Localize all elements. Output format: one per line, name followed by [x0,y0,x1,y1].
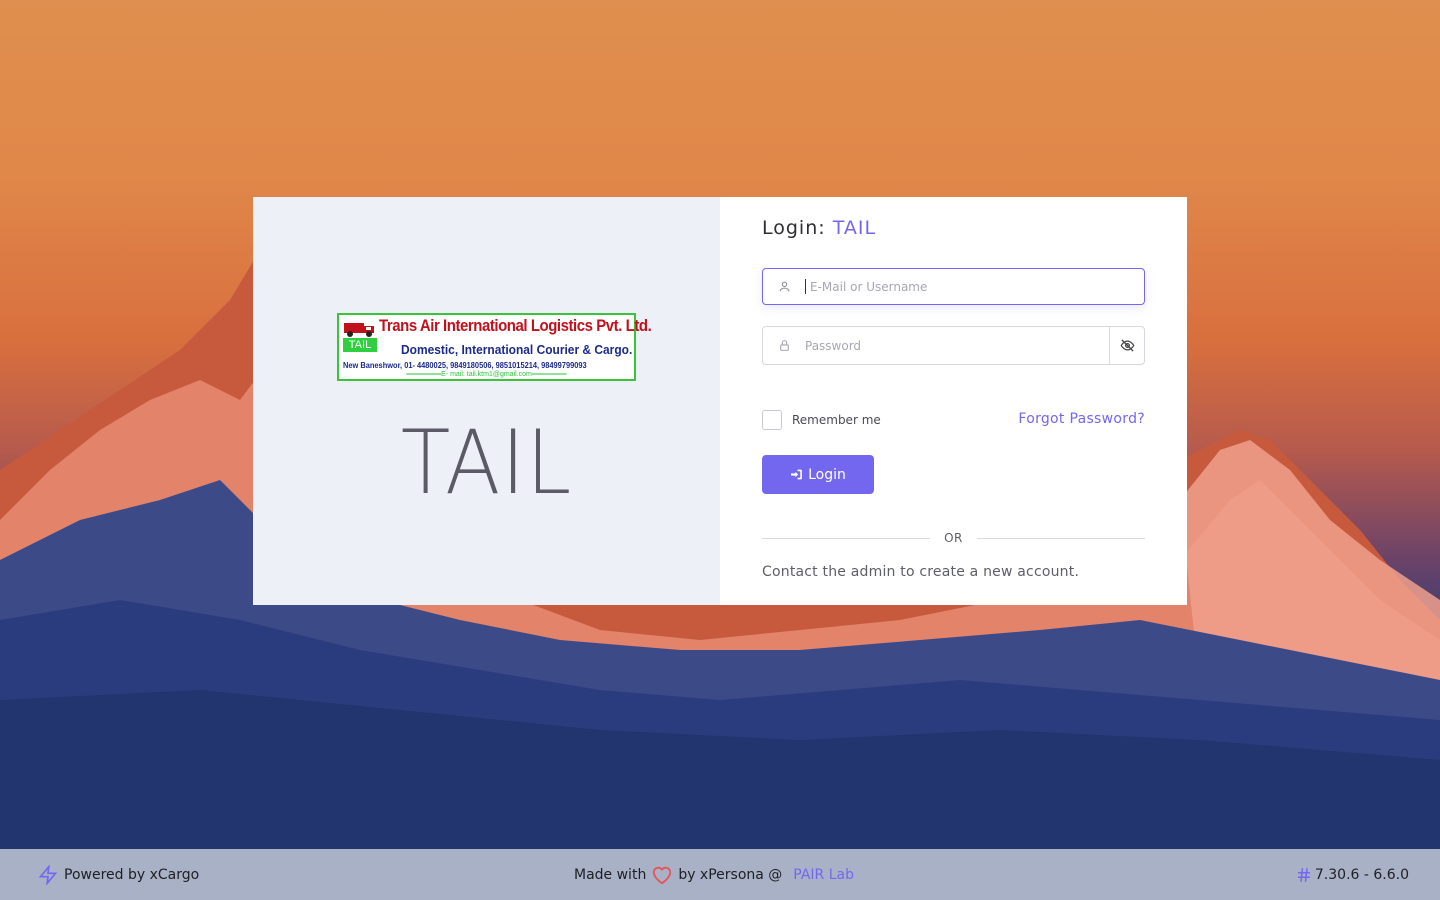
login-title-prefix: Login: [762,217,826,239]
login-button[interactable]: Login [762,455,874,494]
remember-me: Remember me [762,410,881,430]
logo-contact: New Baneshwor, 01- 4480025, 9849180506, … [343,361,587,370]
version-text: 7.30.6 - 6.6.0 [1314,866,1409,883]
brand-name: TAIL [400,411,573,514]
brand-panel: Trans Air International Logistics Pvt. L… [253,197,720,605]
text-caret [805,279,806,294]
login-button-label: Login [808,466,846,483]
lock-icon [763,339,805,352]
login-title: Login: TAIL [762,217,876,239]
divider-line-left [762,537,931,539]
remember-me-checkbox[interactable] [762,410,782,430]
or-divider: OR [762,531,1146,545]
forgot-password-link[interactable]: Forgot Password? [1018,411,1145,427]
footer: Powered by xCargo Made with by xPersona … [0,849,1440,900]
hash-icon [1297,867,1310,882]
email-input[interactable] [810,269,1144,304]
user-icon [763,280,805,293]
login-card: Trans Air International Logistics Pvt. L… [253,197,1187,605]
truck-icon [344,323,374,337]
powered-by-text: Powered by xCargo [64,866,200,883]
logo-subtitle: Domestic, International Courier & Cargo. [401,342,633,357]
footer-credits: Made with by xPersona @ PAIR Lab [574,865,854,885]
remember-me-label[interactable]: Remember me [792,413,881,427]
heart-icon [653,866,672,884]
password-input[interactable] [805,327,1109,364]
by-text: by xPersona @ [678,866,783,883]
footer-powered-by: Powered by xCargo [38,864,200,885]
logo-badge: TAIL [343,338,377,352]
company-logo: Trans Air International Logistics Pvt. L… [337,313,652,381]
divider-label: OR [944,531,963,545]
toggle-password-visibility-button[interactable] [1109,327,1144,364]
made-with-text: Made with [574,866,647,883]
divider-line-right [976,537,1146,539]
footer-version: 7.30.6 - 6.6.0 [1295,866,1409,884]
contact-admin-text: Contact the admin to create a new accoun… [762,564,1080,580]
password-field[interactable] [762,326,1145,365]
email-field[interactable] [762,268,1145,305]
pair-lab-link[interactable]: PAIR Lab [793,867,854,883]
eye-off-icon [1120,339,1134,352]
login-title-org: TAIL [832,217,877,239]
logo-title: Trans Air International Logistics Pvt. L… [379,316,652,335]
bolt-icon [38,864,58,885]
sign-in-icon [791,469,803,480]
logo-email: ═══════E- mail: tail.ktm1@gmail.com═════… [406,371,567,378]
login-form-panel: Login: TAIL Remember me Forgot Password? [720,197,1187,605]
